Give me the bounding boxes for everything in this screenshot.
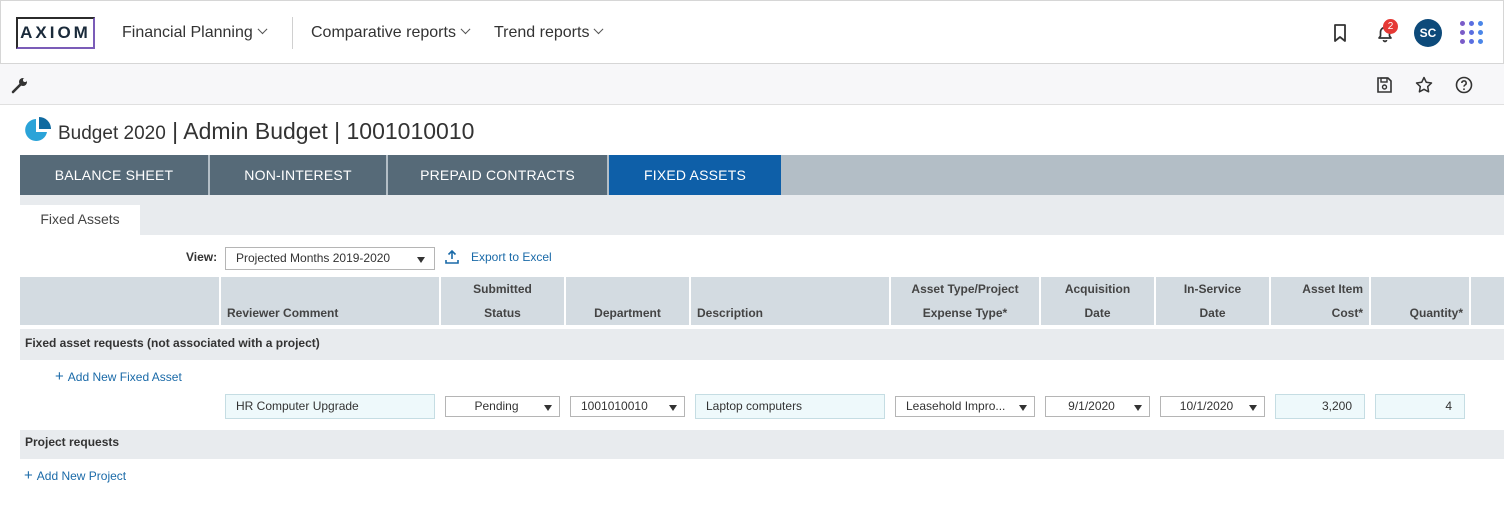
header-reviewer-comment[interactable]: Reviewer Comment xyxy=(221,277,439,325)
header-line2: Date xyxy=(1084,306,1111,320)
header-blank xyxy=(20,277,219,325)
nav-divider xyxy=(292,17,293,49)
star-icon[interactable] xyxy=(1414,75,1434,95)
header-line2: Status xyxy=(484,306,521,320)
header-line1: Asset Item xyxy=(1302,282,1363,296)
add-new-fixed-asset-label: Add New Fixed Asset xyxy=(67,370,182,384)
tab-prepaid-contracts[interactable]: PREPAID CONTRACTS xyxy=(388,155,607,195)
header-description[interactable]: Description xyxy=(691,277,889,325)
caret-down-icon xyxy=(544,405,552,411)
header-line2: Expense Type* xyxy=(922,306,1008,320)
notification-count-badge: 2 xyxy=(1383,19,1398,34)
header-asset-item-cost[interactable]: Asset Item Cost* xyxy=(1271,277,1369,325)
help-icon[interactable] xyxy=(1454,75,1474,95)
header-asset-type[interactable]: Asset Type/Project Expense Type* xyxy=(891,277,1039,325)
department-value: 1001010010 xyxy=(581,399,648,413)
add-new-project-label: Add New Project xyxy=(36,469,127,483)
header-line2: Department xyxy=(594,306,661,320)
toolbar xyxy=(0,64,1504,105)
header-line2: Date xyxy=(1199,306,1226,320)
quantity-field[interactable]: 4 xyxy=(1375,394,1465,419)
header-line1: Acquisition xyxy=(1064,282,1131,296)
tab-non-interest[interactable]: NON-INTEREST xyxy=(210,155,386,195)
header-in-service-date[interactable]: In-Service Date xyxy=(1156,277,1269,325)
nav-comparative-reports[interactable]: Comparative reports xyxy=(311,23,471,43)
header-line1: In-Service xyxy=(1183,282,1242,296)
tab-balance-sheet[interactable]: BALANCE SHEET xyxy=(20,155,208,195)
subtab-fixed-assets[interactable]: Fixed Assets xyxy=(20,205,140,235)
caret-down-icon xyxy=(1249,405,1257,411)
plus-icon: + xyxy=(55,368,64,385)
header-line2: Description xyxy=(697,306,764,320)
nav-financial-planning-label: Financial Planning xyxy=(122,24,253,41)
header-line2: Cost* xyxy=(1331,306,1363,320)
header-quantity[interactable]: Quantity* xyxy=(1371,277,1469,325)
header-line1: Submitted xyxy=(473,282,532,296)
plus-icon: + xyxy=(24,467,33,484)
acquisition-date-select[interactable]: 9/1/2020 xyxy=(1045,396,1150,417)
chevron-down-icon xyxy=(460,24,471,35)
header-submitted-status[interactable]: Submitted Status xyxy=(441,277,564,325)
wrench-icon[interactable] xyxy=(10,75,30,95)
tab-bar: BALANCE SHEET NON-INTEREST PREPAID CONTR… xyxy=(20,155,1504,195)
asset-type-select[interactable]: Leasehold Impro... xyxy=(895,396,1035,417)
view-label: View: xyxy=(186,250,218,264)
page-title-text: Budget 2020 | Admin Budget | 1001010010 xyxy=(58,118,475,144)
app-launcher-grid-icon[interactable] xyxy=(1460,21,1484,45)
add-new-project-link[interactable]: + Add New Project xyxy=(24,467,126,484)
caret-down-icon xyxy=(417,257,425,263)
chevron-down-icon xyxy=(257,24,268,35)
acquisition-date-value: 9/1/2020 xyxy=(1068,399,1115,413)
view-select[interactable]: Projected Months 2019-2020 xyxy=(225,247,435,270)
description-field[interactable]: Laptop computers xyxy=(695,394,885,419)
view-select-value: Projected Months 2019-2020 xyxy=(236,251,391,265)
asset-cost-field[interactable]: 3,200 xyxy=(1275,394,1365,419)
tab-fixed-assets[interactable]: FIXED ASSETS xyxy=(609,155,781,195)
add-new-fixed-asset-link[interactable]: + Add New Fixed Asset xyxy=(55,368,182,385)
header-department[interactable]: Department xyxy=(566,277,689,325)
user-avatar[interactable]: SC xyxy=(1414,19,1442,47)
caret-down-icon xyxy=(669,405,677,411)
subtab-bar: Fixed Assets xyxy=(20,195,1504,235)
asset-type-value: Leasehold Impro... xyxy=(906,399,1006,413)
in-service-date-value: 10/1/2020 xyxy=(1179,399,1234,413)
header-line2: Quantity* xyxy=(1409,306,1463,320)
department-select[interactable]: 1001010010 xyxy=(570,396,685,417)
status-select[interactable]: Pending xyxy=(445,396,560,417)
section-fixed-asset-requests: Fixed asset requests (not associated wit… xyxy=(20,329,1504,360)
chevron-down-icon xyxy=(594,24,604,35)
status-value: Pending xyxy=(474,399,519,413)
header-line1: Asset Type/Project xyxy=(911,282,1019,296)
reviewer-comment-field[interactable]: HR Computer Upgrade xyxy=(225,394,435,419)
nav-financial-planning[interactable]: Financial Planning xyxy=(122,23,268,43)
section-project-requests: Project requests xyxy=(20,430,1504,459)
grid-header: Reviewer Comment Submitted Status Departm… xyxy=(20,277,1504,325)
header-line2: Reviewer Comment xyxy=(227,306,339,320)
in-service-date-select[interactable]: 10/1/2020 xyxy=(1160,396,1265,417)
page-title-entity: Admin Budget | 1001010010 xyxy=(183,118,475,144)
save-icon[interactable] xyxy=(1374,75,1394,95)
nav-comparative-reports-label: Comparative reports xyxy=(311,24,456,41)
top-navigation-bar: AXIOM Financial Planning Comparative rep… xyxy=(0,0,1504,64)
bookmark-icon[interactable] xyxy=(1328,21,1352,45)
export-to-excel-link[interactable]: Export to Excel xyxy=(471,250,552,264)
header-overflow xyxy=(1471,277,1504,325)
page-title-budget: Budget 2020 xyxy=(58,123,166,144)
caret-down-icon xyxy=(1134,405,1142,411)
header-acquisition-date[interactable]: Acquisition Date xyxy=(1041,277,1154,325)
upload-export-icon[interactable] xyxy=(444,249,460,265)
axiom-logo[interactable]: AXIOM xyxy=(16,17,95,49)
pie-chart-icon xyxy=(25,117,51,141)
caret-down-icon xyxy=(1019,405,1027,411)
nav-trend-reports-label: Trend reports xyxy=(494,24,590,41)
nav-trend-reports[interactable]: Trend reports xyxy=(494,23,604,43)
